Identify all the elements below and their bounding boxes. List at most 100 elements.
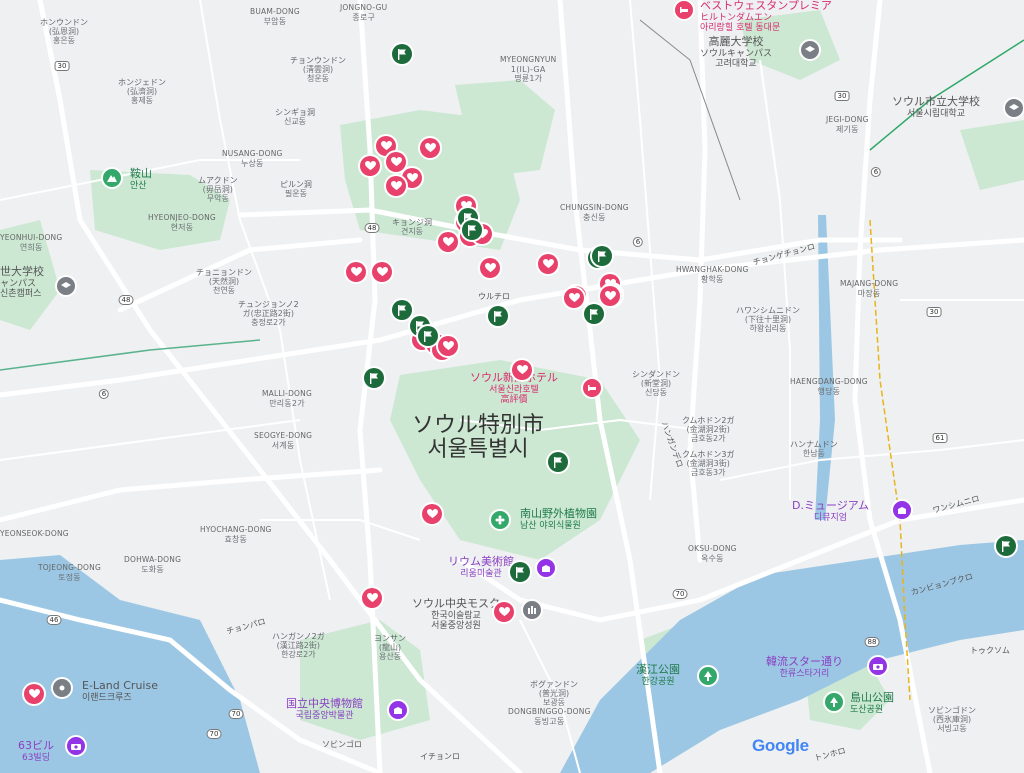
poi-label-yonsei[interactable]: 世大学校 ャンパス 신촌캠퍼스 — [0, 265, 44, 299]
area-label: クムホドン3ガ (金湖洞3街) 금호동3가 — [682, 450, 735, 478]
saved-heart-marker[interactable] — [346, 262, 366, 282]
area-label: HWANGHAK-DONG 황학동 — [676, 265, 749, 284]
poi-label-korea-univ[interactable]: 高麗大学校 ソウルキャンパス 고려대학교 — [700, 35, 772, 69]
saved-flag-marker[interactable] — [548, 452, 568, 472]
saved-heart-marker[interactable] — [438, 232, 458, 252]
heart-icon — [498, 607, 510, 617]
saved-heart-marker[interactable] — [438, 336, 458, 356]
poi-label-63-building[interactable]: 63ビル 63빌딩 — [18, 739, 54, 763]
area-label: MALLI-DONG 만리동2가 — [262, 389, 312, 408]
road-label: ウルチロ — [478, 292, 510, 301]
route-shield: 30 — [926, 307, 942, 317]
saved-heart-marker[interactable] — [420, 138, 440, 158]
pin-icon[interactable] — [51, 677, 73, 699]
route-shield: 30 — [54, 61, 70, 71]
poi-label-d-museum[interactable]: D.ミュージアム 디뮤지엄 — [792, 499, 869, 523]
poi-label-eland-cruise[interactable]: E-Land Cruise 이랜드크루즈 — [82, 679, 158, 703]
map-canvas[interactable]: ホンウンドン (弘恩洞) 홍은동 BUAM-DONG 부암동 JONGNO-GU 종로구… — [0, 0, 1024, 773]
area-label: MYEONGNYUN 1(IL)-GA 명륜1가 — [500, 55, 557, 83]
heart-icon — [604, 291, 616, 301]
landmark-icon[interactable] — [521, 599, 543, 621]
saved-heart-marker[interactable] — [480, 258, 500, 278]
route-shield: 70 — [228, 709, 244, 719]
flag-icon — [554, 456, 562, 468]
saved-heart-marker[interactable] — [360, 156, 380, 176]
museum-icon[interactable] — [891, 499, 913, 521]
area-label: TOJEONG-DONG 토정동 — [38, 563, 101, 582]
poi-label-ansan[interactable]: 鞍山 안산 — [130, 167, 152, 191]
saved-heart-marker[interactable] — [422, 504, 442, 524]
heart-icon — [484, 263, 496, 273]
school-icon[interactable] — [799, 39, 821, 61]
flag-icon — [494, 310, 502, 322]
camera-icon[interactable] — [65, 735, 87, 757]
tree-icon[interactable] — [823, 691, 845, 713]
road-label: ソビンゴロ — [322, 740, 362, 749]
flag-icon — [590, 308, 598, 320]
heart-icon — [568, 293, 580, 303]
saved-flag-marker[interactable] — [488, 306, 508, 326]
school-icon[interactable] — [55, 275, 77, 297]
area-label: HYOCHANG-DONG 효창동 — [200, 525, 272, 544]
saved-flag-marker[interactable] — [592, 246, 612, 266]
saved-flag-marker[interactable] — [392, 44, 412, 64]
area-label: ソビンゴドン (西氷庫洞) 서빙고동 — [928, 706, 976, 734]
area-label: チョニョンドン (天然洞) 천연동 — [196, 268, 252, 296]
camera-icon[interactable] — [867, 655, 889, 677]
saved-heart-marker[interactable] — [564, 288, 584, 308]
saved-flag-marker[interactable] — [462, 220, 482, 240]
saved-flag-marker[interactable] — [510, 562, 530, 582]
school-icon[interactable] — [1003, 97, 1024, 119]
tree-icon[interactable] — [697, 665, 719, 687]
area-label: ムアクドン (毋岳洞) 무악동 — [198, 176, 238, 204]
saved-flag-marker[interactable] — [364, 368, 384, 388]
mountain-icon[interactable] — [101, 167, 123, 189]
hotel-icon[interactable] — [581, 377, 603, 399]
area-label: OKSU-DONG 옥수동 — [688, 544, 737, 563]
flower-icon[interactable] — [489, 509, 511, 531]
google-logo: Google — [752, 736, 809, 756]
area-label: BUAM-DONG 부암동 — [250, 7, 300, 26]
poi-label-hangang-park[interactable]: 漢江公園 한강공원 — [636, 663, 680, 687]
saved-heart-marker[interactable] — [386, 152, 406, 172]
museum-icon[interactable] — [387, 699, 409, 721]
route-shield: 30 — [834, 91, 850, 101]
flag-icon — [370, 372, 378, 384]
poi-label-hallyu-street[interactable]: 韓流スター通り 한류스타거리 — [766, 655, 843, 679]
saved-flag-marker[interactable] — [392, 300, 412, 320]
poi-label-seoul-mosque[interactable]: ソウル中央モスク 한국이슬람교 서울중앙성원 — [412, 597, 500, 631]
poi-label-national-museum[interactable]: 国立中央博物館 국립중앙박물관 — [286, 697, 363, 721]
saved-heart-marker[interactable] — [600, 286, 620, 306]
saved-heart-marker[interactable] — [494, 602, 514, 622]
area-label: ホンウンドン (弘恩洞) 홍은동 — [40, 18, 88, 46]
poi-label-leeum[interactable]: リウム美術館 리움미술관 — [448, 555, 514, 579]
saved-heart-marker[interactable] — [24, 684, 44, 704]
museum-icon[interactable] — [535, 557, 557, 579]
heart-icon — [426, 509, 438, 519]
hotel-icon[interactable] — [673, 0, 695, 21]
heart-icon — [442, 341, 454, 351]
heart-icon — [390, 157, 402, 167]
poi-label-namsan-botanical[interactable]: 南山野外植物園 남산 야외식물원 — [520, 507, 597, 531]
flag-icon — [424, 330, 432, 342]
saved-heart-marker[interactable] — [512, 360, 532, 380]
saved-flag-marker[interactable] — [584, 304, 604, 324]
poi-label-dosan-park[interactable]: 島山公園 도산공원 — [850, 691, 894, 715]
saved-heart-marker[interactable] — [386, 176, 406, 196]
area-label: シンギョ洞 신교동 — [275, 108, 315, 127]
area-label: ホンジェドン (弘濟洞) 홍제동 — [118, 78, 166, 106]
poi-label-city-univ[interactable]: ソウル市立大学校 서울시립대학교 — [892, 95, 980, 119]
poi-label-hotel-top[interactable]: ベストウェスタンプレミア ヒルトンダムエン 아리랑힐 호텔 동대문 — [700, 0, 832, 33]
saved-heart-marker[interactable] — [372, 262, 392, 282]
saved-heart-marker[interactable] — [362, 588, 382, 608]
heart-icon — [442, 237, 454, 247]
area-label: クムホドン2ガ (金湖洞2街) 금호동2가 — [682, 416, 735, 444]
route-shield: 88 — [864, 637, 880, 647]
saved-flag-marker[interactable] — [996, 536, 1016, 556]
area-label: ボグァンドン (普光洞) 보광동 — [530, 680, 578, 708]
saved-heart-marker[interactable] — [538, 254, 558, 274]
saved-flag-marker[interactable] — [418, 326, 438, 346]
heart-icon — [424, 143, 436, 153]
area-label: ハンガンノ2ガ (漢江路2街) 한강로2가 — [272, 632, 325, 660]
area-label: シンダンドン (新堂洞) 신당동 — [632, 370, 680, 398]
